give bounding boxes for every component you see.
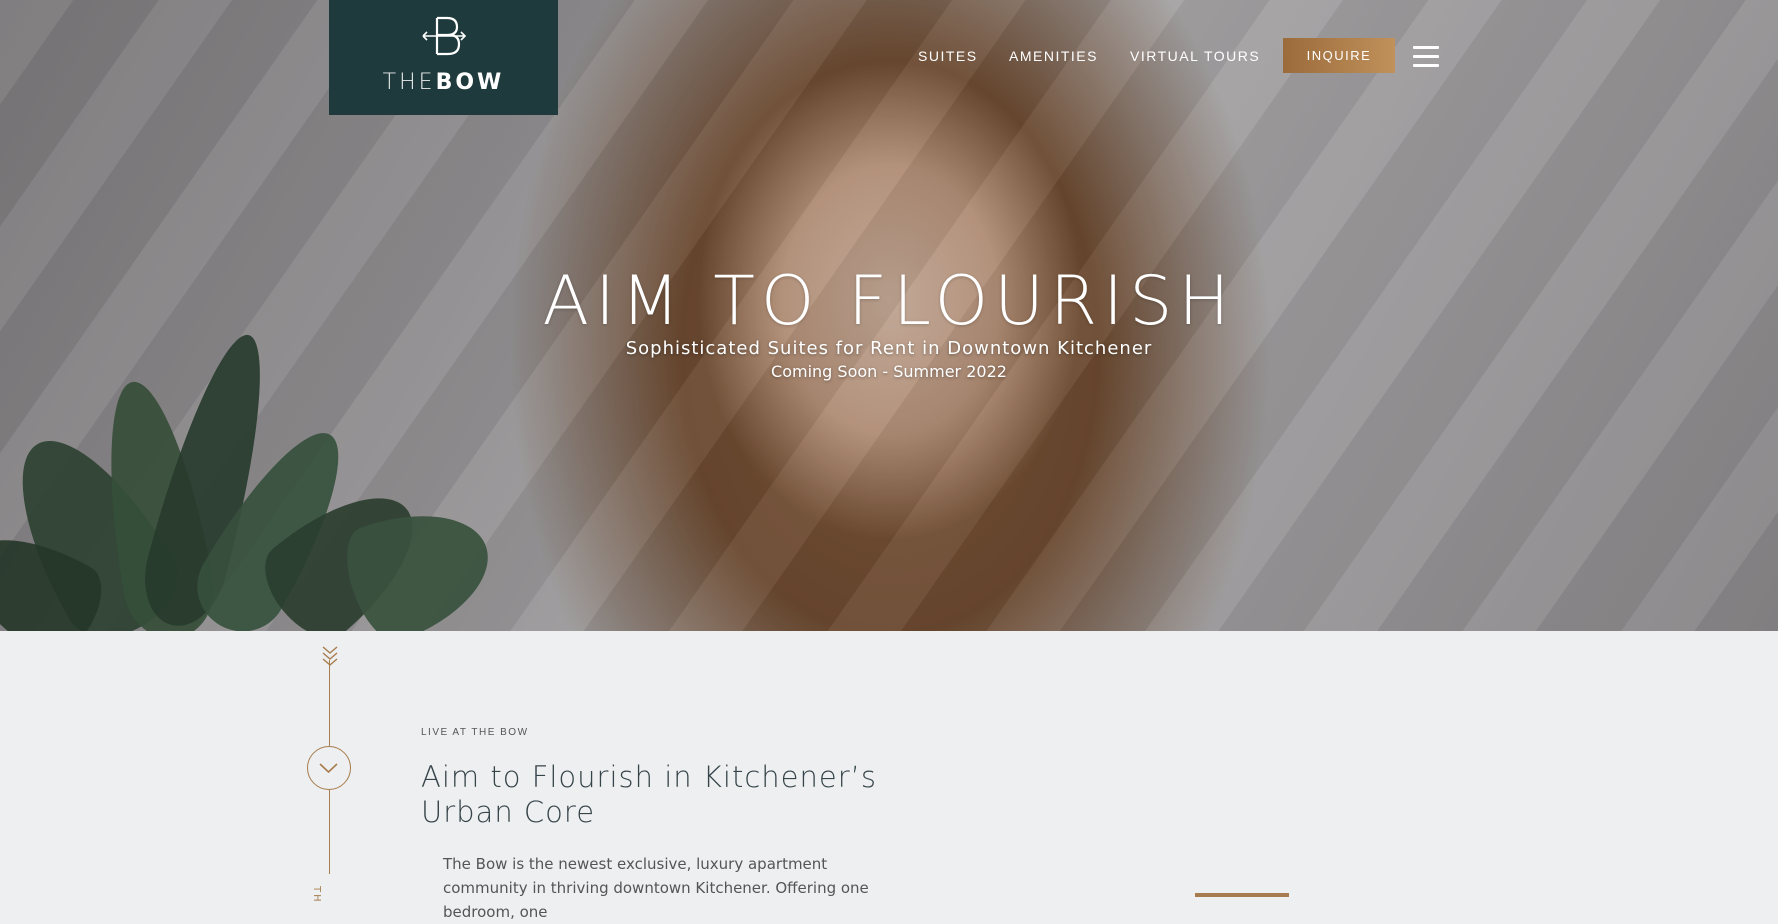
nav-virtual-tours[interactable]: VIRTUAL TOURS	[1130, 48, 1260, 64]
timeline-line	[329, 790, 330, 874]
site-logo[interactable]: THEBOW	[329, 0, 558, 115]
logo-wordmark: THEBOW	[382, 70, 505, 95]
section-heading: Aim to Flourish in Kitchener’s Urban Cor…	[421, 760, 877, 829]
arrow-fletching-icon	[322, 646, 338, 666]
hero-title: AIM TO FLOURISH	[542, 262, 1236, 341]
hero-subtitle: Sophisticated Suites for Rent in Downtow…	[625, 338, 1153, 359]
section-body: The Bow is the newest exclusive, luxury …	[443, 855, 869, 921]
section-eyebrow: LIVE AT THE BOW	[421, 727, 529, 738]
chevron-down-icon	[319, 763, 338, 774]
bow-logo-icon	[422, 16, 467, 56]
nav-amenities[interactable]: AMENITIES	[1009, 48, 1098, 64]
hero-section: THEBOW SUITES AMENITIES VIRTUAL TOURS IN…	[0, 0, 1778, 631]
timeline-line	[329, 660, 330, 746]
hamburger-menu-icon[interactable]	[1413, 46, 1439, 68]
hero-tagline: Coming Soon - Summer 2022	[771, 362, 1007, 381]
vertical-side-label: TH	[311, 886, 322, 904]
gold-accent-bar	[1195, 893, 1289, 897]
nav-suites[interactable]: SUITES	[918, 48, 978, 64]
inquire-button[interactable]: INQUIRE	[1283, 38, 1395, 73]
scroll-down-button[interactable]	[307, 746, 351, 790]
